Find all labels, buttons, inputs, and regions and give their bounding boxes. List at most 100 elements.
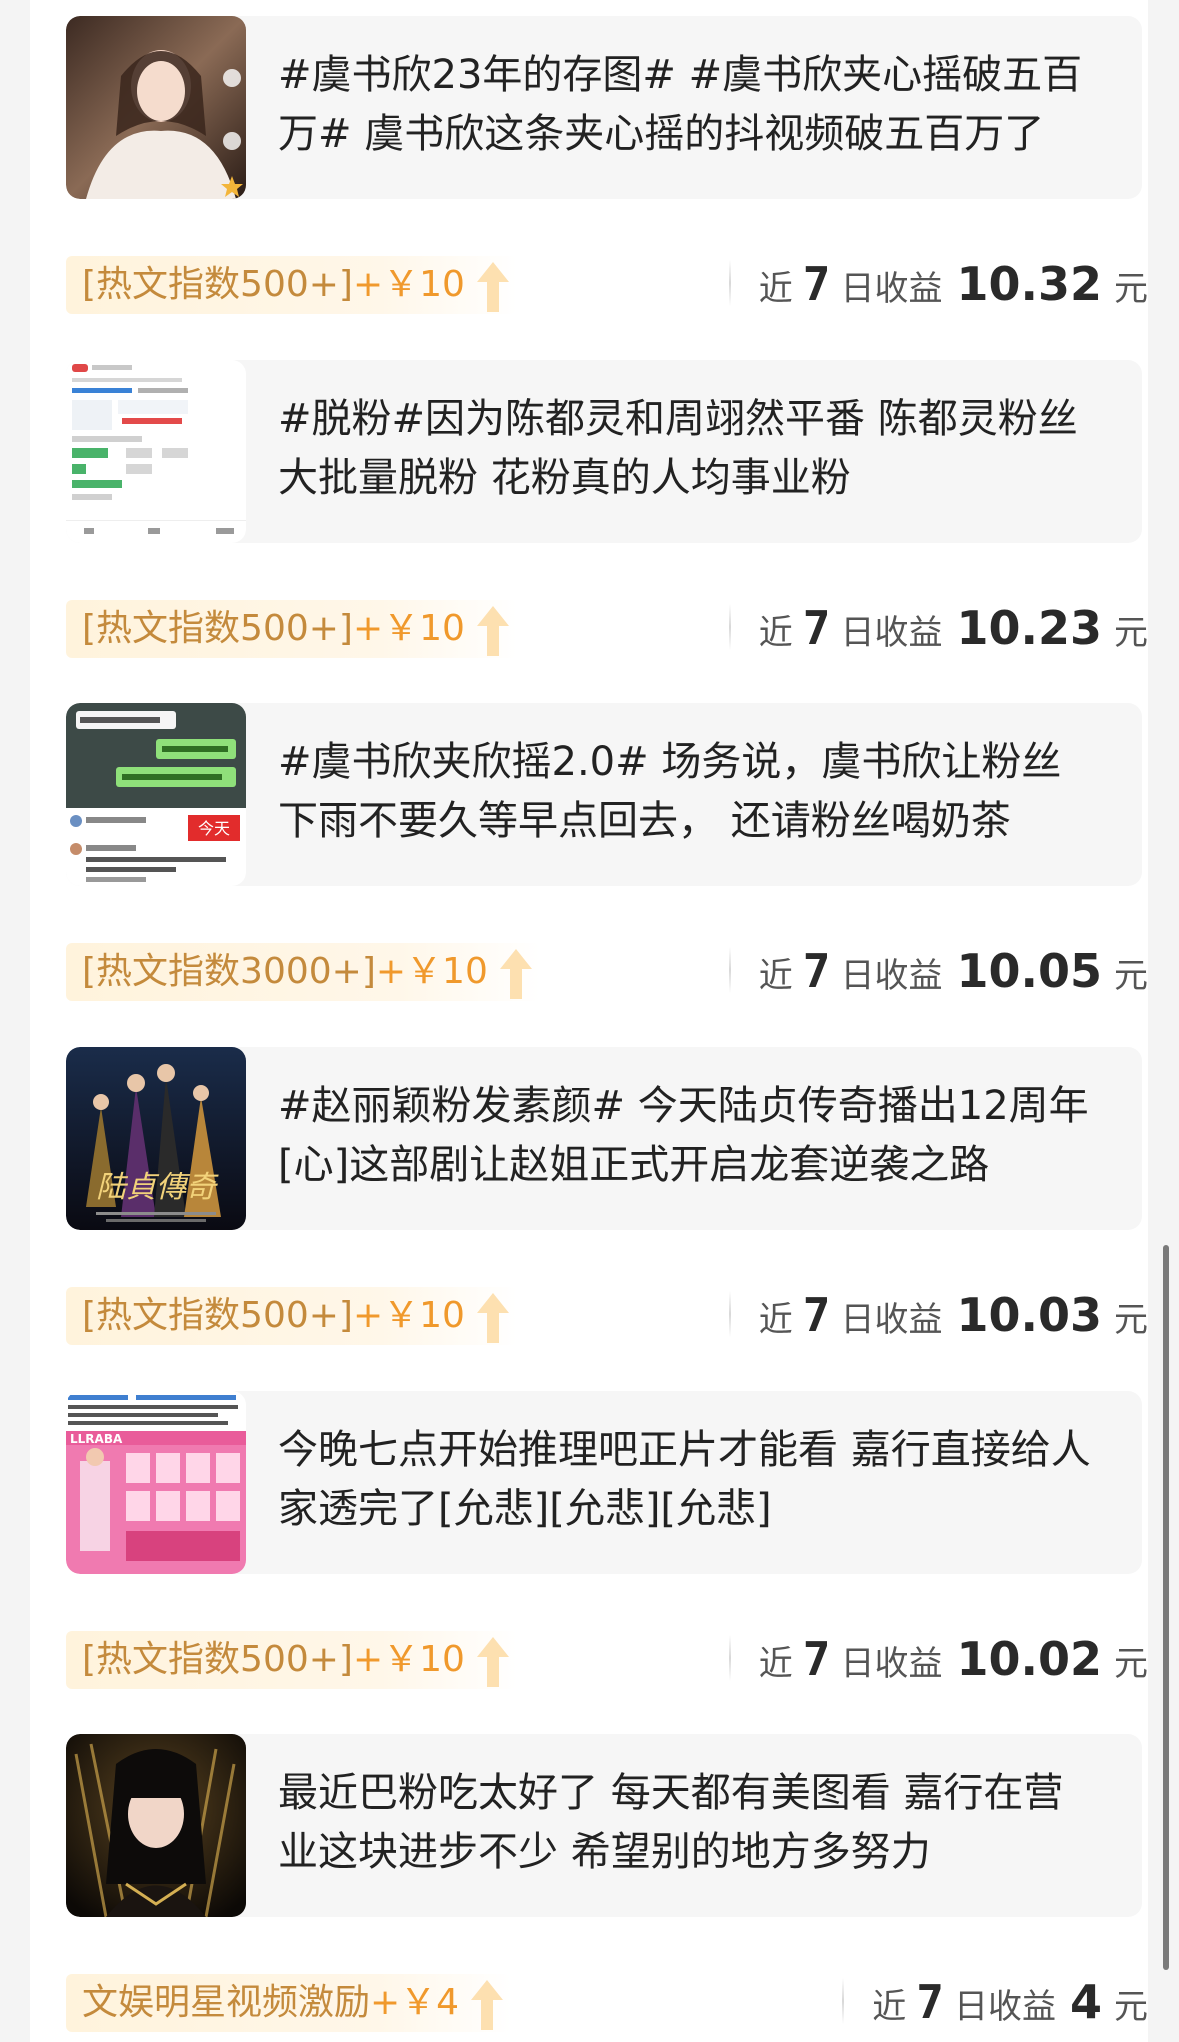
article-title: #赵丽颖粉发素颜# 今天陆贞传奇播出12周年[心]这部剧让赵姐正式开启龙套逆袭之… (278, 1083, 1089, 1188)
earnings-label: 日收益 (953, 1987, 1056, 2027)
article-thumbnail: LLRABA (66, 1391, 246, 1574)
reward-label: 文娱明星视频激励 (82, 1982, 371, 2023)
article-thumbnail (66, 360, 246, 543)
earnings-days: 7 (802, 257, 831, 311)
earnings-amount: 10.32 (956, 257, 1102, 311)
earnings-unit: 元 (1114, 269, 1148, 309)
pink-poster-icon: LLRABA (66, 1391, 246, 1574)
earnings-unit: 元 (1114, 956, 1148, 996)
earnings-prefix: 近 (758, 613, 793, 653)
message-screenshot-icon: 今天 (66, 703, 246, 886)
earnings-prefix: 近 (872, 1987, 907, 2027)
list-item: #脱粉#因为陈都灵和周翊然平番 陈都灵粉丝大批量脱粉 花粉真的人均事业粉 [热文… (30, 360, 1148, 705)
up-arrow-icon (476, 606, 509, 656)
portrait-photo-icon (66, 16, 246, 199)
reward-tag: [热文指数500+]+￥10 (66, 600, 517, 658)
article-title: 最近巴粉吃太好了 每天都有美图看 嘉行在营业这块进步不少 希望别的地方多努力 (278, 1770, 1064, 1875)
earnings-amount: 10.02 (956, 1632, 1102, 1686)
article-title: #脱粉#因为陈都灵和周翊然平番 陈都灵粉丝大批量脱粉 花粉真的人均事业粉 (278, 396, 1078, 501)
article-card[interactable]: #脱粉#因为陈都灵和周翊然平番 陈都灵粉丝大批量脱粉 花粉真的人均事业粉 (66, 360, 1142, 543)
portrait-dark-icon (66, 1734, 246, 1917)
earnings-summary: 近 7 日收益 10.32 元 (728, 248, 1148, 320)
list-item: #虞书欣23年的存图# #虞书欣夹心摇破五百万# 虞书欣这条夹心摇的抖视频破五百… (30, 16, 1148, 361)
earnings-label: 日收益 (840, 613, 943, 653)
article-thumbnail (66, 16, 246, 199)
list-item: 陆貞傳奇 #赵丽颖粉发素颜# 今天陆贞传奇播出12周年[心]这部剧让赵姐正式开启… (30, 1047, 1148, 1392)
earnings-days: 7 (916, 1975, 944, 2029)
up-arrow-icon (471, 1980, 504, 2030)
earnings-label: 日收益 (840, 956, 943, 996)
reward-tag: [热文指数500+]+￥10 (66, 256, 517, 314)
up-arrow-icon (476, 262, 509, 312)
earnings-summary: 近 7 日收益 10.03 元 (728, 1279, 1148, 1351)
list-item: 今天 #虞书欣夹欣摇2.0# 场务说，虞书欣让粉丝下雨不要久等早点回去， 还请粉… (30, 703, 1148, 1048)
reward-label: [热文指数3000+] (82, 951, 376, 992)
earnings-list[interactable]: #虞书欣23年的存图# #虞书欣夹心摇破五百万# 虞书欣这条夹心摇的抖视频破五百… (30, 0, 1148, 2042)
drama-poster-icon: 陆貞傳奇 (66, 1047, 246, 1230)
article-title: #虞书欣23年的存图# #虞书欣夹心摇破五百万# 虞书欣这条夹心摇的抖视频破五百… (278, 52, 1083, 157)
earnings-prefix: 近 (758, 956, 793, 996)
divider (842, 1978, 845, 2024)
reward-bonus: +￥10 (375, 951, 488, 992)
chat-screenshot-icon (66, 360, 246, 543)
earnings-prefix: 近 (758, 269, 793, 309)
list-item: 最近巴粉吃太好了 每天都有美图看 嘉行在营业这块进步不少 希望别的地方多努力 文… (30, 1734, 1148, 2042)
article-title: 今晚七点开始推理吧正片才能看 嘉行直接给人家透完了[允悲][允悲][允悲] (278, 1427, 1091, 1532)
article-card[interactable]: 最近巴粉吃太好了 每天都有美图看 嘉行在营业这块进步不少 希望别的地方多努力 (66, 1734, 1142, 1917)
article-thumbnail: 陆貞傳奇 (66, 1047, 246, 1230)
reward-bonus: +￥4 (370, 1982, 460, 2023)
earnings-amount: 10.03 (956, 1288, 1102, 1342)
divider (728, 947, 731, 993)
earnings-label: 日收益 (840, 1644, 943, 1684)
earnings-summary: 近 7 日收益 10.23 元 (728, 592, 1148, 664)
reward-bonus: +￥10 (352, 1295, 465, 1336)
earnings-summary: 近 7 日收益 10.02 元 (728, 1623, 1148, 1695)
earnings-amount: 4 (1069, 1975, 1102, 2029)
earnings-amount: 10.23 (956, 601, 1102, 655)
earnings-unit: 元 (1114, 1300, 1148, 1340)
article-card[interactable]: 陆貞傳奇 #赵丽颖粉发素颜# 今天陆贞传奇播出12周年[心]这部剧让赵姐正式开启… (66, 1047, 1142, 1230)
divider (728, 1291, 731, 1337)
article-thumbnail (66, 1734, 246, 1917)
earnings-days: 7 (802, 944, 831, 998)
earnings-days: 7 (802, 1632, 831, 1686)
svg-text:陆貞傳奇: 陆貞傳奇 (96, 1170, 219, 1205)
earnings-unit: 元 (1114, 613, 1148, 653)
reward-tag: [热文指数3000+]+￥10 (66, 943, 540, 1001)
earnings-label: 日收益 (840, 269, 943, 309)
article-card[interactable]: LLRABA 今晚七点开始推理吧正片才能看 嘉行直接给人家透完了[允悲][允悲]… (66, 1391, 1142, 1574)
article-card[interactable]: #虞书欣23年的存图# #虞书欣夹心摇破五百万# 虞书欣这条夹心摇的抖视频破五百… (66, 16, 1142, 199)
earnings-unit: 元 (1114, 1644, 1148, 1684)
scrollbar[interactable] (1163, 1245, 1169, 1970)
up-arrow-icon (499, 949, 532, 999)
reward-tag: 文娱明星视频激励+￥4 (66, 1974, 512, 2032)
svg-text:今天: 今天 (198, 819, 230, 838)
reward-bonus: +￥10 (352, 608, 465, 649)
reward-label: [热文指数500+] (82, 264, 353, 305)
reward-label: [热文指数500+] (82, 608, 353, 649)
earnings-amount: 10.05 (956, 944, 1102, 998)
reward-bonus: +￥10 (352, 264, 465, 305)
divider (728, 1635, 731, 1681)
article-card[interactable]: 今天 #虞书欣夹欣摇2.0# 场务说，虞书欣让粉丝下雨不要久等早点回去， 还请粉… (66, 703, 1142, 886)
earnings-prefix: 近 (758, 1300, 793, 1340)
reward-tag: [热文指数500+]+￥10 (66, 1287, 517, 1345)
earnings-summary: 近 7 日收益 10.05 元 (728, 935, 1148, 1007)
divider (728, 260, 731, 306)
earnings-unit: 元 (1114, 1987, 1148, 2027)
earnings-label: 日收益 (840, 1300, 943, 1340)
earnings-days: 7 (802, 1288, 831, 1342)
earnings-prefix: 近 (758, 1644, 793, 1684)
up-arrow-icon (476, 1637, 509, 1687)
list-item: LLRABA 今晚七点开始推理吧正片才能看 嘉行直接给人家透完了[允悲][允悲]… (30, 1391, 1148, 1736)
article-title: #虞书欣夹欣摇2.0# 场务说，虞书欣让粉丝下雨不要久等早点回去， 还请粉丝喝奶… (278, 739, 1062, 844)
earnings-days: 7 (802, 601, 831, 655)
divider (728, 604, 731, 650)
svg-text:LLRABA: LLRABA (70, 1432, 123, 1446)
reward-label: [热文指数500+] (82, 1639, 353, 1680)
article-thumbnail: 今天 (66, 703, 246, 886)
reward-tag: [热文指数500+]+￥10 (66, 1631, 517, 1689)
reward-label: [热文指数500+] (82, 1295, 353, 1336)
earnings-summary: 近 7 日收益 4 元 (842, 1966, 1148, 2038)
up-arrow-icon (476, 1293, 509, 1343)
